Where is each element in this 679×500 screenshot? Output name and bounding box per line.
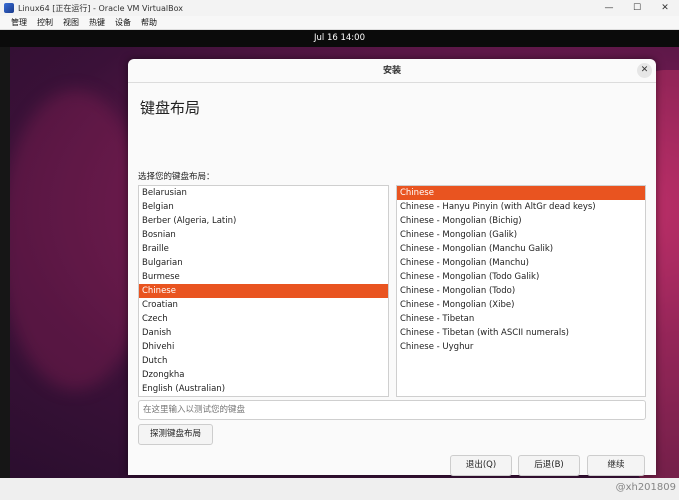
variant-list-item[interactable]: Chinese - Mongolian (Manchu) <box>397 256 645 270</box>
layout-list-item[interactable]: Croatian <box>139 298 388 312</box>
page-title: 键盘布局 <box>140 99 201 117</box>
continue-button[interactable]: 继续 <box>587 455 645 476</box>
layout-list-item[interactable]: Belarusian <box>139 186 388 200</box>
keyboard-layout-list[interactable]: Belarusian Belgian Berber (Algeria, Latin)… <box>138 185 389 397</box>
menu-devices[interactable]: 设备 <box>115 17 131 28</box>
layout-list-item[interactable]: Dhivehi <box>139 340 388 354</box>
variant-list-item[interactable]: Chinese - Mongolian (Manchu Galik) <box>397 242 645 256</box>
side-dock <box>0 47 10 478</box>
menu-manage[interactable]: 管理 <box>11 17 27 28</box>
variant-list-item[interactable]: Chinese - Mongolian (Xibe) <box>397 298 645 312</box>
dialog-header-title: 安装 <box>382 66 401 76</box>
layout-list-item[interactable]: Belgian <box>139 200 388 214</box>
layout-list-item[interactable]: Danish <box>139 326 388 340</box>
layout-list-item[interactable]: Dzongkha <box>139 368 388 382</box>
layout-list-item[interactable]: English (Australian) <box>139 382 388 396</box>
menu-control[interactable]: 控制 <box>37 17 53 28</box>
layout-list-item[interactable]: Chinese <box>139 284 388 298</box>
host-menubar: 管理 控制 视图 热键 设备 帮助 <box>0 16 679 30</box>
variant-list-item[interactable]: Chinese - Hanyu Pinyin (with AltGr dead … <box>397 200 645 214</box>
layout-list-item[interactable]: Burmese <box>139 270 388 284</box>
menu-view[interactable]: 视图 <box>63 17 79 28</box>
gnome-top-bar: Jul 16 14:00 <box>0 30 679 47</box>
layout-list-item[interactable]: Dutch <box>139 354 388 368</box>
back-button[interactable]: 后退(B) <box>518 455 580 476</box>
layout-list-item[interactable]: Braille <box>139 242 388 256</box>
minimize-button[interactable]: — <box>595 0 623 16</box>
variant-list-item[interactable]: Chinese - Mongolian (Bichig) <box>397 214 645 228</box>
dialog-header: 安装 ✕ <box>128 59 656 83</box>
close-icon[interactable]: ✕ <box>637 63 652 78</box>
layout-list-item[interactable]: Czech <box>139 312 388 326</box>
window-controls: — ☐ ✕ <box>595 0 679 16</box>
watermark: @xh201809 <box>615 482 676 493</box>
menu-help[interactable]: 帮助 <box>141 17 157 28</box>
vbox-statusbar: @xh201809 <box>0 478 679 500</box>
variant-list-item[interactable]: Chinese - Uyghur <box>397 340 645 354</box>
variant-list-item[interactable]: Chinese - Mongolian (Galik) <box>397 228 645 242</box>
layout-list-item[interactable]: Berber (Algeria, Latin) <box>139 214 388 228</box>
detect-layout-button[interactable]: 探测键盘布局 <box>138 424 213 445</box>
variant-list-item[interactable]: Chinese - Mongolian (Todo) <box>397 284 645 298</box>
variant-list-item[interactable]: Chinese - Tibetan (with ASCII numerals) <box>397 326 645 340</box>
clock[interactable]: Jul 16 14:00 <box>314 33 365 43</box>
installer-dialog: 安装 ✕ 键盘布局 选择您的键盘布局： Belarusian Belgian Ber… <box>128 59 656 476</box>
maximize-button[interactable]: ☐ <box>623 0 651 16</box>
virtualbox-icon <box>4 3 14 13</box>
layout-prompt: 选择您的键盘布局： <box>138 172 215 182</box>
layout-list-item[interactable]: Bosnian <box>139 228 388 242</box>
host-titlebar: Linux64 [正在运行] - Oracle VM VirtualBox — … <box>0 0 679 16</box>
keyboard-test-input[interactable] <box>138 400 646 420</box>
variant-list-item[interactable]: Chinese - Tibetan <box>397 312 645 326</box>
keyboard-variant-list[interactable]: Chinese Chinese - Hanyu Pinyin (with AltG… <box>396 185 646 397</box>
close-window-button[interactable]: ✕ <box>651 0 679 16</box>
variant-list-item[interactable]: Chinese <box>397 186 645 200</box>
quit-button[interactable]: 退出(Q) <box>450 455 512 476</box>
guest-desktop: Jul 16 14:00 安装 ✕ 键盘布局 选择您的键盘布局： Belarus… <box>0 30 679 478</box>
menu-hotkeys[interactable]: 热键 <box>89 17 105 28</box>
variant-list-item[interactable]: Chinese - Mongolian (Todo Galik) <box>397 270 645 284</box>
layout-list-item[interactable]: Bulgarian <box>139 256 388 270</box>
host-window-title: Linux64 [正在运行] - Oracle VM VirtualBox <box>18 3 183 13</box>
